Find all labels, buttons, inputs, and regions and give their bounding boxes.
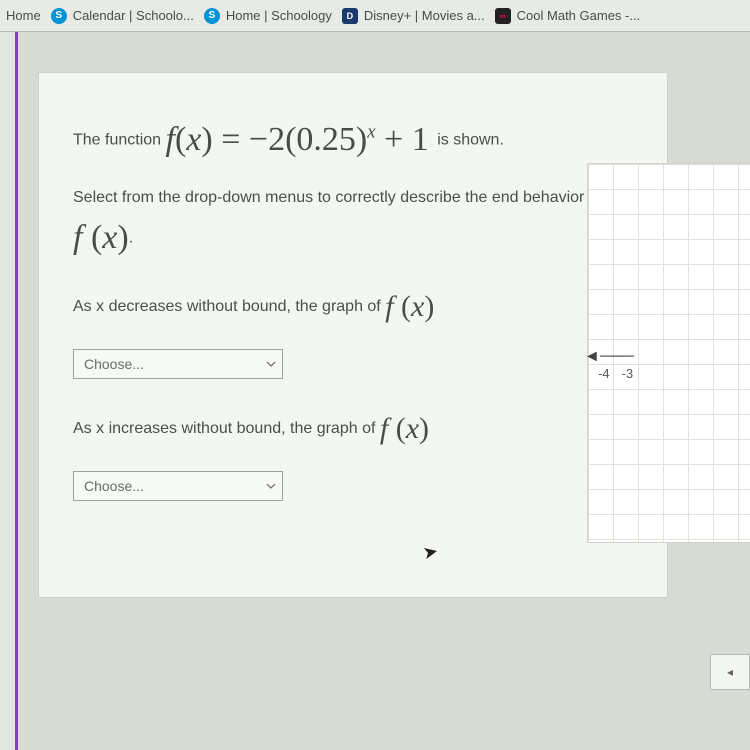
fx-expression: f (x) xyxy=(385,290,434,323)
instruction-prefix: Select from the drop-down menus to corre… xyxy=(73,189,602,206)
tick-label: -4 xyxy=(598,364,610,385)
prompt2-text: As x increases without bound, the graph … xyxy=(73,421,380,438)
intro-suffix: is shown. xyxy=(437,131,504,148)
period: . xyxy=(129,229,133,246)
dropdown-increase-behavior[interactable]: Choose... xyxy=(73,471,283,501)
bookmark-schoology-home[interactable]: S Home | Schoology xyxy=(204,8,332,24)
left-accent-bar xyxy=(0,32,18,750)
chevron-down-icon xyxy=(266,359,276,369)
bookmark-label: Home | Schoology xyxy=(226,8,332,23)
bookmark-schoology-calendar[interactable]: S Calendar | Schoolo... xyxy=(51,8,194,24)
dropdown-placeholder: Choose... xyxy=(84,353,144,375)
schoology-icon: S xyxy=(51,8,67,24)
dropdown-decrease-behavior[interactable]: Choose... xyxy=(73,349,283,379)
dropdown-placeholder: Choose... xyxy=(84,475,144,497)
disney-icon: D xyxy=(342,8,358,24)
content-wrap: The function f(x) = −2(0.25)x + 1 is sho… xyxy=(18,32,750,750)
bookmark-disney[interactable]: D Disney+ | Movies a... xyxy=(342,8,485,24)
bookmark-coolmath[interactable]: ∞ Cool Math Games -... xyxy=(495,8,641,24)
bookmark-label: Home xyxy=(6,8,41,23)
axis-tick-labels: -4 -3 xyxy=(598,364,633,385)
tick-label: -3 xyxy=(622,364,634,385)
schoology-icon: S xyxy=(204,8,220,24)
function-definition-line: The function f(x) = −2(0.25)x + 1 is sho… xyxy=(73,113,633,167)
chevron-down-icon xyxy=(266,481,276,491)
prompt1-text: As x decreases without bound, the graph … xyxy=(73,299,385,316)
bookmark-label: Calendar | Schoolo... xyxy=(73,8,194,23)
nav-prev-button[interactable]: ◂ xyxy=(710,654,750,690)
fx-expression: f (x) xyxy=(73,219,129,256)
question-card: The function f(x) = −2(0.25)x + 1 is sho… xyxy=(38,72,668,598)
graph-panel: ◄─── -4 -3 xyxy=(587,163,750,543)
coolmath-icon: ∞ xyxy=(495,8,511,24)
caret-left-icon: ◂ xyxy=(727,665,733,679)
prompt-increase: As x increases without bound, the graph … xyxy=(73,405,633,453)
prompt-decrease: As x decreases without bound, the graph … xyxy=(73,283,633,331)
bookmark-label: Cool Math Games -... xyxy=(517,8,641,23)
bookmark-home[interactable]: Home xyxy=(6,8,41,23)
instruction-line: Select from the drop-down menus to corre… xyxy=(73,185,633,265)
fx-expression: f (x) xyxy=(380,412,429,445)
bookmarks-bar: Home S Calendar | Schoolo... S Home | Sc… xyxy=(0,0,750,32)
page-area: The function f(x) = −2(0.25)x + 1 is sho… xyxy=(0,32,750,750)
intro-prefix: The function xyxy=(73,131,166,148)
function-expression: f(x) = −2(0.25)x + 1 xyxy=(166,121,438,158)
bookmark-label: Disney+ | Movies a... xyxy=(364,8,485,23)
